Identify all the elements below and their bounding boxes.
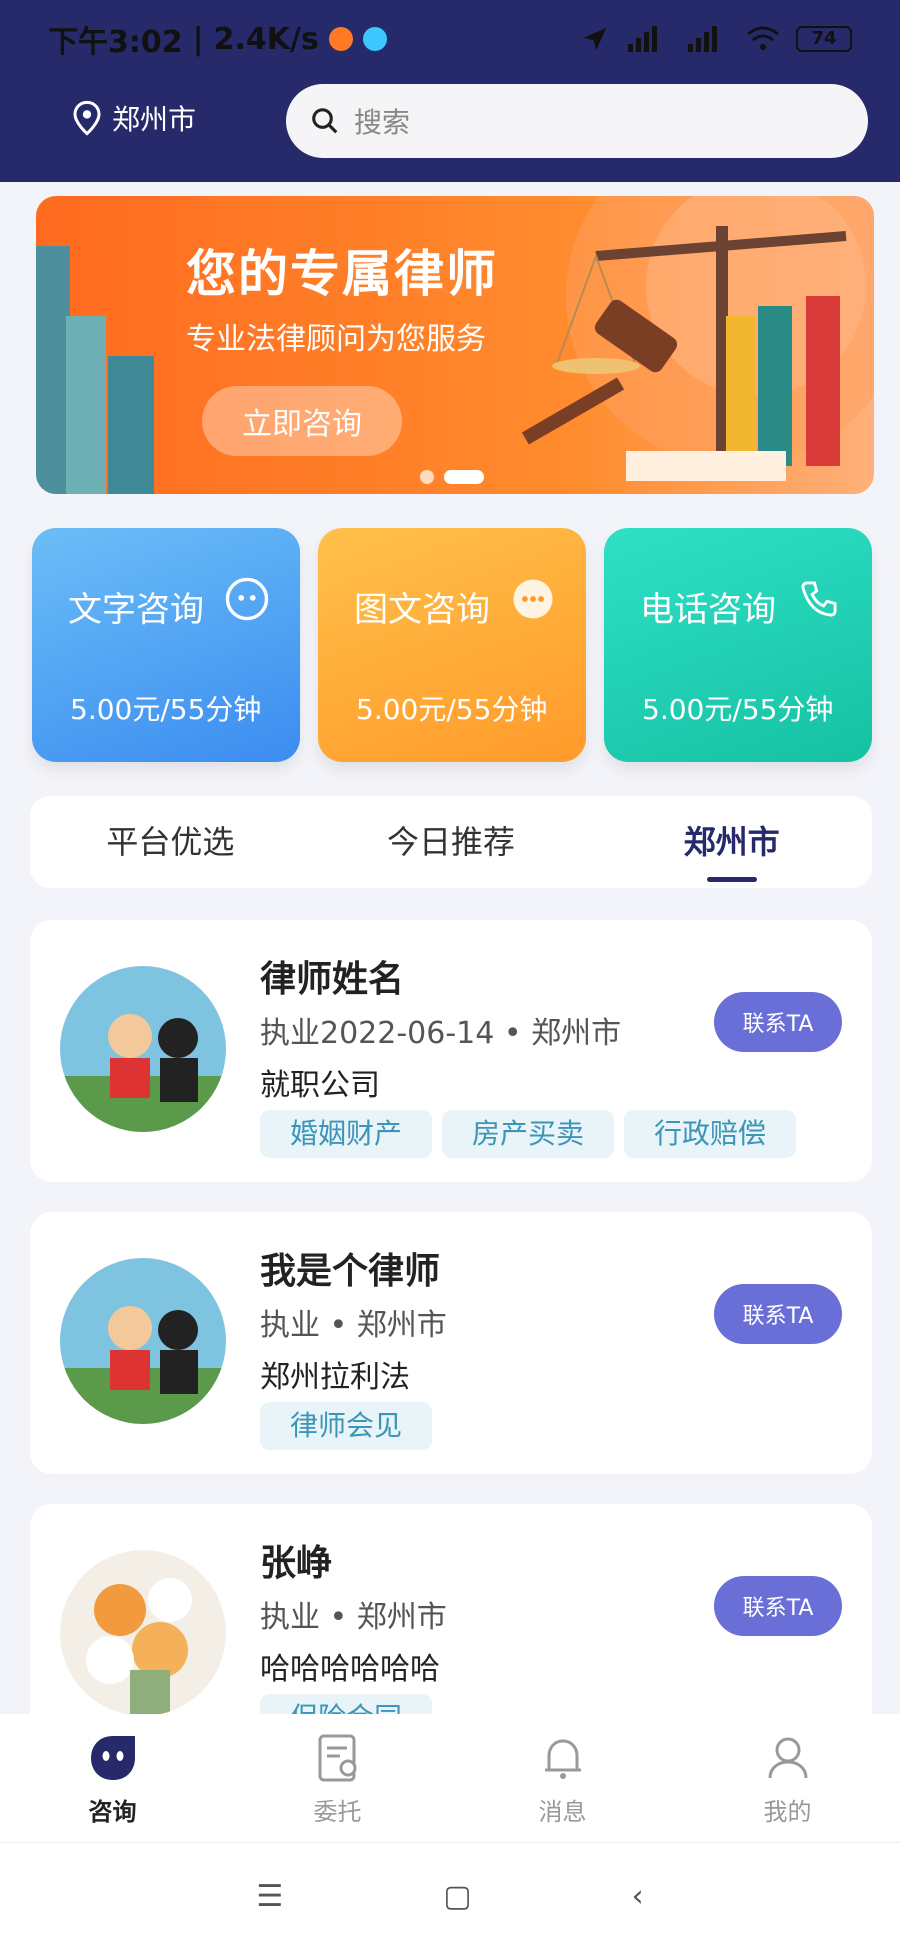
- lawyer-card[interactable]: 律师姓名 执业2022-06-14 • 郑州市 就职公司 婚姻财产 房产买卖 行…: [30, 920, 872, 1182]
- menu-icon[interactable]: ☰: [256, 1879, 283, 1914]
- card-price: 5.00元/55分钟: [642, 693, 834, 726]
- nav-label: 咨询: [88, 1797, 137, 1826]
- lawyer-company: 郑州拉利法: [260, 1360, 410, 1395]
- consult-now-button[interactable]: 立即咨询: [202, 386, 402, 456]
- promo-banner[interactable]: 您的专属律师 专业法律顾问为您服务 立即咨询: [36, 196, 874, 494]
- card-title: 文字咨询: [68, 590, 204, 630]
- search-icon: [312, 108, 338, 134]
- consult-nav-icon: [90, 1735, 135, 1780]
- system-nav-bar: ☰ ▢ ‹: [0, 1842, 900, 1950]
- tab-today-recommend[interactable]: 今日推荐: [311, 796, 592, 888]
- filter-tabs: 平台优选 今日推荐 郑州市: [30, 796, 872, 888]
- specialty-tag: 律师会见: [260, 1402, 433, 1450]
- home-icon[interactable]: ▢: [443, 1879, 471, 1914]
- avatar: [60, 966, 226, 1132]
- nav-messages[interactable]: 消息: [450, 1714, 675, 1842]
- specialty-tag: 婚姻财产: [260, 1110, 433, 1158]
- nav-label: 委托: [313, 1797, 362, 1826]
- lawyer-company: 就职公司: [260, 1068, 380, 1103]
- telegram-icon: [362, 27, 387, 51]
- lawyer-meta: 执业 • 郑州市: [260, 1308, 447, 1343]
- location-label: 郑州市: [112, 103, 197, 136]
- lawyer-card[interactable]: 张峥 执业 • 郑州市 哈哈哈哈哈哈 保险合同 联系TA: [30, 1504, 872, 1720]
- nav-entrust[interactable]: 委托: [225, 1714, 450, 1842]
- location-arrow-icon: [583, 27, 607, 51]
- nav-label: 消息: [538, 1797, 587, 1826]
- chat-icon: [225, 577, 269, 621]
- card-price: 5.00元/55分钟: [70, 693, 262, 726]
- nav-profile[interactable]: 我的: [675, 1714, 900, 1842]
- lawyer-list: 律师姓名 执业2022-06-14 • 郑州市 就职公司 婚姻财产 房产买卖 行…: [30, 920, 872, 1720]
- top-header: 下午3:02 | 2.4K/s 74 郑州市 搜索: [0, 0, 900, 182]
- map-pin-icon: [73, 100, 101, 136]
- nav-label: 我的: [763, 1797, 812, 1826]
- phone-consult-card[interactable]: 电话咨询 5.00元/55分钟: [604, 528, 872, 762]
- avatar-image: [60, 1258, 226, 1424]
- lawyer-name: 张峥: [260, 1543, 333, 1584]
- battery-indicator: 74: [796, 26, 852, 52]
- banner-title: 您的专属律师: [186, 245, 498, 303]
- card-price: 5.00元/55分钟: [356, 693, 548, 726]
- specialty-tag: 行政赔偿: [624, 1110, 797, 1158]
- location-selector[interactable]: 郑州市: [72, 98, 196, 138]
- lawyer-meta: 执业 • 郑州市: [260, 1600, 447, 1635]
- taobao-icon: [328, 27, 353, 51]
- specialty-tag: 房产买卖: [442, 1110, 615, 1158]
- tab-city[interactable]: 郑州市: [591, 796, 872, 888]
- signal-icon-2: [688, 26, 717, 52]
- lawyer-name: 我是个律师: [260, 1251, 441, 1292]
- card-title: 电话咨询: [640, 590, 776, 630]
- carousel-dots: [420, 470, 484, 484]
- phone-icon: [801, 581, 837, 617]
- carousel-dot[interactable]: [420, 470, 434, 484]
- contact-button[interactable]: 联系TA: [714, 992, 842, 1052]
- search-input[interactable]: 搜索: [286, 84, 868, 158]
- banner-subtitle: 专业法律顾问为您服务: [186, 322, 486, 357]
- signal-icon: [628, 26, 657, 52]
- message-icon: [513, 579, 553, 619]
- document-certificate-icon: [318, 1734, 356, 1781]
- avatar: [60, 1550, 226, 1716]
- card-title: 图文咨询: [354, 590, 490, 630]
- lawyer-card[interactable]: 我是个律师 执业 • 郑州市 郑州拉利法 律师会见 联系TA: [30, 1212, 872, 1474]
- avatar-image: [60, 966, 226, 1132]
- lawyer-company: 哈哈哈哈哈哈: [260, 1652, 440, 1687]
- text-consult-card[interactable]: 文字咨询 5.00元/55分钟: [32, 528, 300, 762]
- app-root: 下午3:02 | 2.4K/s 74 郑州市 搜索 您的专属律师 专业法律顾问为…: [0, 0, 900, 1950]
- status-bar: 下午3:02 | 2.4K/s 74: [0, 0, 900, 78]
- status-time: 下午3:02: [48, 25, 183, 60]
- consult-type-cards: 文字咨询 5.00元/55分钟 图文咨询 5.00元/55分钟 电话咨询 5.0…: [32, 528, 872, 762]
- avatar-image: [60, 1550, 226, 1716]
- lawyer-tags: 婚姻财产 房产买卖 行政赔偿: [260, 1110, 797, 1158]
- lawyer-name: 律师姓名: [260, 959, 405, 1000]
- tab-platform-picks[interactable]: 平台优选: [30, 796, 311, 888]
- contact-button[interactable]: 联系TA: [714, 1576, 842, 1636]
- nav-consult[interactable]: 咨询: [0, 1714, 225, 1842]
- bell-icon: [544, 1738, 581, 1779]
- search-placeholder: 搜索: [354, 106, 411, 139]
- back-icon[interactable]: ‹: [632, 1879, 644, 1914]
- carousel-dot-active[interactable]: [444, 470, 484, 484]
- lawyer-tags: 律师会见: [260, 1402, 433, 1450]
- avatar: [60, 1258, 226, 1424]
- network-speed: 2.4K/s: [213, 21, 319, 57]
- wifi-icon: [747, 26, 779, 50]
- image-text-consult-card[interactable]: 图文咨询 5.00元/55分钟: [318, 528, 586, 762]
- contact-button[interactable]: 联系TA: [714, 1284, 842, 1344]
- user-icon: [768, 1737, 807, 1778]
- bottom-nav: 咨询 委托 消息 我的: [0, 1714, 900, 1842]
- lawyer-meta: 执业2022-06-14 • 郑州市: [260, 1016, 622, 1051]
